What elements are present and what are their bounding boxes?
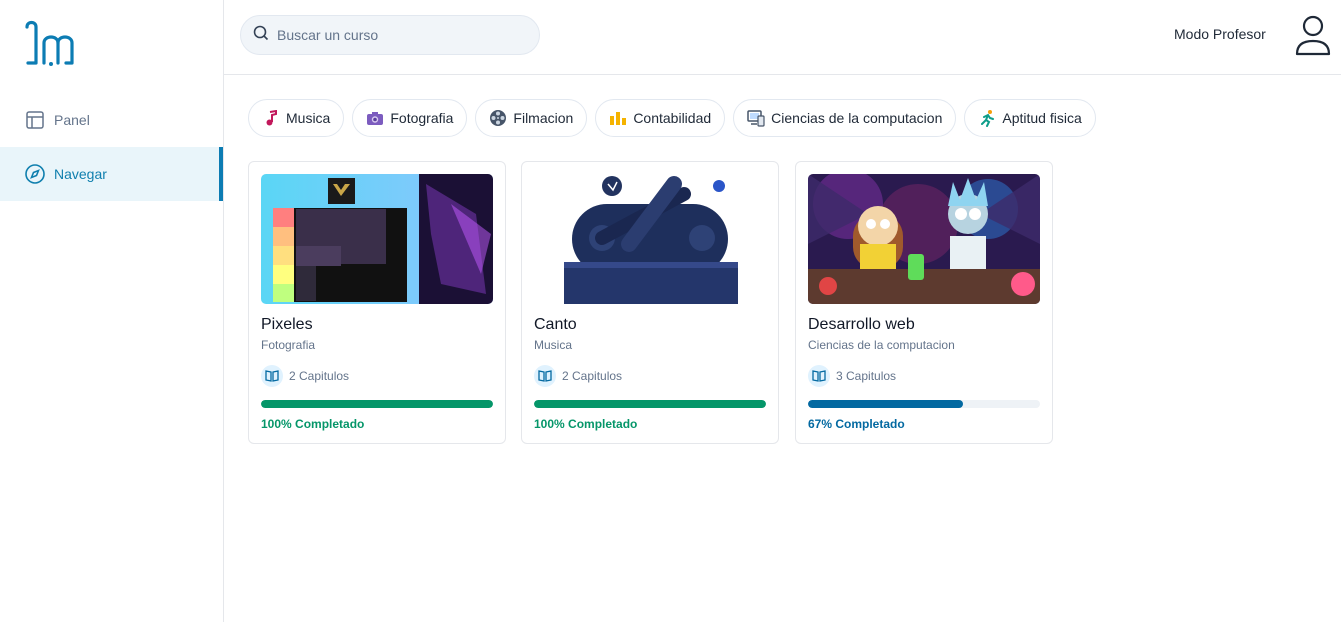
sidebar-item-label: Navegar	[54, 166, 107, 182]
category-chip-label: Filmacion	[513, 110, 574, 126]
sidebar-item-navegar[interactable]: Navegar	[0, 147, 223, 201]
search-box[interactable]	[240, 15, 540, 55]
course-thumbnail	[261, 174, 493, 304]
category-chip-label: Contabilidad	[633, 110, 712, 126]
category-chip-fotografia[interactable]: Fotografia	[352, 99, 468, 137]
progress-fill	[534, 400, 766, 408]
bar-chart-icon	[609, 109, 627, 127]
book-open-icon	[534, 365, 556, 387]
camera-icon	[366, 109, 384, 127]
sidebar-item-panel[interactable]: Panel	[0, 93, 223, 147]
course-category: Musica	[534, 338, 573, 352]
category-chip-label: Ciencias de la computacion	[771, 110, 943, 126]
layout-icon	[24, 109, 46, 131]
category-chip-aptitud-fisica[interactable]: Aptitud fisica	[964, 99, 1096, 137]
chapters-count: 3 Capitulos	[836, 369, 897, 383]
user-avatar-icon[interactable]	[1294, 14, 1332, 56]
category-chip-contabilidad[interactable]: Contabilidad	[595, 99, 726, 137]
progress-bar	[261, 400, 493, 408]
course-chapters: 2 Capitulos	[534, 365, 622, 387]
course-card[interactable]: Desarrollo web Ciencias de la computacio…	[795, 161, 1053, 444]
progress-label: 100% Completado	[261, 417, 365, 431]
computer-icon	[747, 109, 765, 127]
progress-bar	[534, 400, 766, 408]
runner-icon	[978, 109, 996, 127]
progress-label: 100% Completado	[534, 417, 638, 431]
film-reel-icon	[489, 109, 507, 127]
top-header: Modo Profesor	[224, 0, 1341, 75]
course-thumbnail	[808, 174, 1040, 304]
category-chip-musica[interactable]: Musica	[248, 99, 345, 137]
course-category: Fotografia	[261, 338, 316, 352]
progress-fill	[261, 400, 493, 408]
teacher-mode-button[interactable]: Modo Profesor	[1174, 26, 1266, 42]
category-chip-filmacion[interactable]: Filmacion	[475, 99, 588, 137]
course-card[interactable]: Canto Musica 2 Capitulos 100% Completado	[521, 161, 779, 444]
chapters-count: 2 Capitulos	[289, 369, 350, 383]
course-title: Pixeles	[261, 316, 313, 333]
chapters-count: 2 Capitulos	[562, 369, 623, 383]
progress-bar	[808, 400, 1040, 408]
progress-label: 67% Completado	[808, 417, 905, 431]
course-chapters: 2 Capitulos	[261, 365, 349, 387]
course-title: Canto	[534, 316, 577, 333]
book-open-icon	[261, 365, 283, 387]
compass-icon	[24, 163, 46, 185]
course-thumbnail	[534, 174, 766, 304]
course-title: Desarrollo web	[808, 316, 915, 333]
category-filters: Musica Fotografia Filmacion Contabilidad…	[248, 99, 1096, 137]
course-card[interactable]: Pixeles Fotografia 2 Capitulos 100% Comp…	[248, 161, 506, 444]
sidebar: Panel Navegar	[0, 0, 224, 622]
search-input[interactable]	[277, 27, 517, 43]
book-open-icon	[808, 365, 830, 387]
category-chip-ciencias-computacion[interactable]: Ciencias de la computacion	[733, 99, 957, 137]
music-note-icon	[262, 109, 280, 127]
sidebar-item-label: Panel	[54, 112, 90, 128]
category-chip-label: Musica	[286, 110, 331, 126]
search-icon	[253, 25, 269, 46]
course-category: Ciencias de la computacion	[808, 338, 955, 352]
category-chip-label: Aptitud fisica	[1002, 110, 1082, 126]
category-chip-label: Fotografia	[390, 110, 454, 126]
app-logo[interactable]	[22, 17, 76, 69]
progress-fill	[808, 400, 964, 408]
course-chapters: 3 Capitulos	[808, 365, 896, 387]
